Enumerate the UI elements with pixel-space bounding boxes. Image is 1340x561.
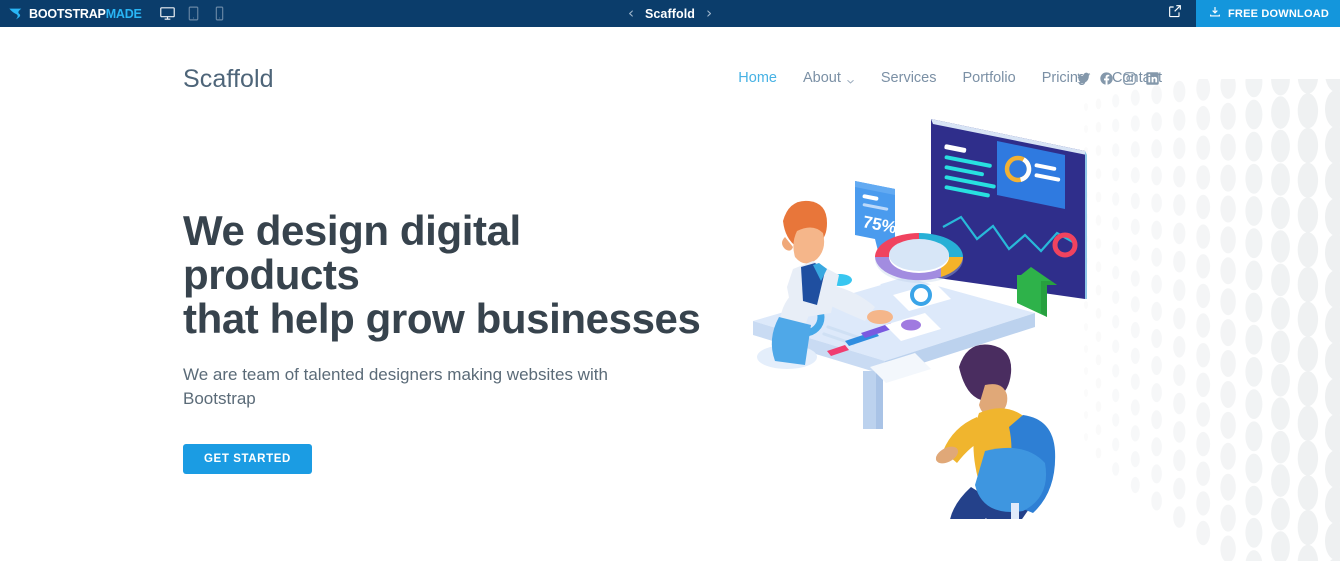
team-analytics-illustration: 75% — [753, 119, 1087, 519]
nav-label-services: Services — [880, 70, 937, 86]
nav-label-portfolio: Portfolio — [962, 70, 1016, 86]
logo-text-primary: BOOTSTRAP — [29, 6, 106, 21]
nav-item-services[interactable]: Services — [881, 70, 937, 86]
next-template-button[interactable]: › — [706, 6, 712, 21]
nav-label-home: Home — [738, 70, 777, 86]
external-link-icon — [1167, 3, 1183, 24]
hero-subtitle: We are team of talented designers making… — [183, 365, 608, 409]
free-download-label: FREE DOWNLOAD — [1228, 7, 1329, 20]
nav-item-portfolio[interactable]: Portfolio — [962, 70, 1015, 86]
logo-text-accent: MADE — [105, 6, 142, 21]
hero-heading-line1: We design digital products — [183, 207, 521, 299]
facebook-icon[interactable] — [1099, 71, 1114, 86]
mobile-view-icon[interactable] — [211, 5, 228, 22]
dot-pattern-decoration — [1084, 79, 1340, 561]
hero-heading: We design digital products that help gro… — [183, 207, 703, 343]
nav-item-about[interactable]: About — [803, 70, 855, 86]
site-brand-logo[interactable]: Scaffold — [183, 65, 274, 94]
open-in-new-tab-button[interactable] — [1153, 0, 1196, 27]
hero-section: We design digital products that help gro… — [0, 79, 1340, 561]
device-preview-switcher — [159, 5, 228, 22]
donut-chart — [875, 233, 963, 283]
tablet-view-icon[interactable] — [185, 5, 202, 22]
previous-template-button[interactable]: ‹ — [628, 6, 634, 21]
bootstrapmade-logo[interactable]: BOOTSTRAPMADE — [0, 0, 142, 27]
desktop-view-icon[interactable] — [159, 5, 176, 22]
bootstrapmade-preview-bar: BOOTSTRAPMADE ‹ Scaffold › FREE DOWNLOAD — [0, 0, 1340, 27]
twitter-icon[interactable] — [1076, 71, 1091, 86]
hero-text-block: We design digital products that help gro… — [183, 207, 703, 474]
nav-label-about: About — [802, 70, 841, 86]
nav-item-home[interactable]: Home — [738, 70, 777, 86]
template-title: Scaffold — [644, 6, 696, 21]
instagram-icon[interactable] — [1122, 71, 1137, 86]
preview-bar-actions: FREE DOWNLOAD — [1153, 0, 1340, 27]
social-links — [1076, 71, 1160, 86]
free-download-button[interactable]: FREE DOWNLOAD — [1196, 0, 1340, 27]
get-started-button[interactable]: GET STARTED — [183, 443, 312, 474]
chevron-down-icon — [846, 74, 855, 84]
bootstrapmade-logo-icon — [8, 6, 24, 22]
site-header: Scaffold Home About Services Portfolio P… — [0, 27, 1340, 93]
download-icon — [1208, 5, 1222, 22]
person-yellow-sweater — [935, 344, 1056, 519]
hero-heading-line2: that help grow businesses — [183, 295, 701, 343]
linkedin-icon[interactable] — [1145, 71, 1160, 86]
bootstrapmade-logo-text: BOOTSTRAPMADE — [29, 7, 142, 21]
